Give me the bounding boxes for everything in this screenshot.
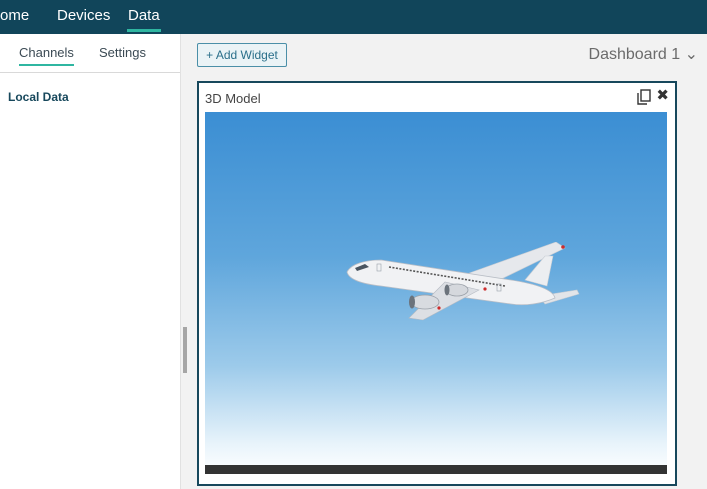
top-nav-bar: ome Devices Data xyxy=(0,0,707,34)
left-panel: Channels Settings Local Data xyxy=(0,34,180,489)
viewport-bottom-bar xyxy=(205,465,667,474)
model-widget: 3D Model ✖ xyxy=(197,81,677,486)
add-widget-button[interactable]: + Add Widget xyxy=(197,43,287,67)
tab-channels[interactable]: Channels xyxy=(19,45,74,66)
close-icon[interactable]: ✖ xyxy=(656,88,669,104)
dashboard-area: + Add Widget Dashboard 1 ⌄ 3D Model ✖ xyxy=(188,34,707,489)
tab-settings[interactable]: Settings xyxy=(99,45,146,64)
local-data-heading[interactable]: Local Data xyxy=(8,90,69,104)
dashboard-selector[interactable]: Dashboard 1 ⌄ xyxy=(589,44,698,64)
nav-devices[interactable]: Devices xyxy=(57,7,110,29)
left-panel-tabs: Channels Settings xyxy=(0,34,180,73)
3d-model-viewport[interactable] xyxy=(205,112,667,474)
airplane-model xyxy=(346,242,580,321)
splitter-grip-handle[interactable] xyxy=(183,327,187,373)
copy-icon[interactable] xyxy=(637,89,651,105)
nav-home[interactable]: ome xyxy=(0,7,29,29)
nav-data[interactable]: Data xyxy=(127,7,161,32)
widget-title: 3D Model xyxy=(205,91,261,106)
